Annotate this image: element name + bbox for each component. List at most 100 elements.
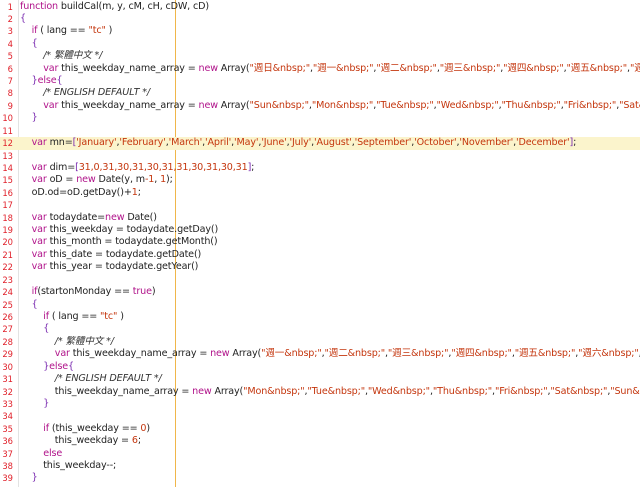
code-token: 31,0,31,30,31,30,31,31,30,31,30,31 bbox=[78, 161, 248, 173]
line-number: 25 bbox=[2, 299, 13, 310]
code-text: } bbox=[20, 112, 38, 124]
code-line[interactable]: 11 bbox=[0, 125, 640, 137]
code-line[interactable]: 33 } bbox=[0, 398, 640, 410]
code-token: var bbox=[31, 211, 47, 223]
code-token: "Fri&nbsp;" bbox=[563, 99, 617, 111]
code-token: 'April' bbox=[204, 137, 232, 149]
code-token: ( lang == bbox=[37, 25, 89, 37]
code-token: oD.od=oD.getDay()+ bbox=[20, 186, 132, 198]
code-line[interactable]: 5 /* 繁體中文 */ bbox=[0, 50, 640, 62]
line-number: 38 bbox=[2, 461, 13, 472]
code-line[interactable]: 31 /* ENGLISH DEFAULT */ bbox=[0, 373, 640, 385]
code-line[interactable]: 37 else bbox=[0, 448, 640, 460]
line-number: 37 bbox=[2, 448, 13, 459]
code-token: (startonMonday == bbox=[37, 286, 133, 298]
code-line[interactable]: 19 var this_weekday = todaydate.getDay() bbox=[0, 224, 640, 236]
code-token: ) bbox=[105, 25, 113, 37]
code-line[interactable]: 13 bbox=[0, 150, 640, 162]
code-line[interactable]: 6 var this_weekday_name_array = new Arra… bbox=[0, 63, 640, 75]
code-line[interactable]: 21 var this_date = todaydate.getDate() bbox=[0, 249, 640, 261]
line-number: 16 bbox=[2, 187, 13, 198]
code-token: -1 bbox=[144, 174, 155, 186]
code-token: "Sat&nbsp;" bbox=[550, 385, 608, 397]
code-token: var bbox=[31, 137, 47, 149]
code-token: } bbox=[31, 472, 38, 484]
code-line[interactable]: 18 var todaydate=new Date() bbox=[0, 212, 640, 224]
code-line[interactable]: 4 { bbox=[0, 38, 640, 50]
code-line[interactable]: 28 /* 繁體中文 */ bbox=[0, 336, 640, 348]
code-token: /* ENGLISH DEFAULT */ bbox=[43, 87, 150, 99]
code-text: if ( lang == "tc" ) bbox=[20, 311, 124, 323]
code-editor[interactable]: 1 function buildCal(m, y, cM, cH, cDW, cD… bbox=[0, 0, 640, 487]
code-line[interactable]: 8 /* ENGLISH DEFAULT */ bbox=[0, 87, 640, 99]
line-number: 27 bbox=[2, 324, 13, 335]
code-line[interactable]: 10 } bbox=[0, 112, 640, 124]
code-line[interactable]: 2{ bbox=[0, 13, 640, 25]
code-line[interactable]: 34 bbox=[0, 410, 640, 422]
code-line[interactable]: 17 bbox=[0, 199, 640, 211]
code-line[interactable]: 9 var this_weekday_name_array = new Arra… bbox=[0, 100, 640, 112]
code-token: "Wed&nbsp;" bbox=[367, 385, 430, 397]
code-text: var dim=[31,0,31,30,31,30,31,31,30,31,30… bbox=[20, 161, 255, 174]
code-token: "Sun&nbsp;" bbox=[610, 385, 640, 397]
code-token: new bbox=[198, 62, 219, 74]
code-line[interactable]: 27 { bbox=[0, 323, 640, 335]
code-token: "週六&nbsp;" bbox=[578, 348, 639, 360]
code-token: 'December' bbox=[516, 137, 570, 149]
code-line[interactable]: 3 if ( lang == "tc" ) bbox=[0, 25, 640, 37]
code-token: 'August' bbox=[314, 137, 352, 149]
code-line[interactable]: 32 this_weekday_name_array = new Array("… bbox=[0, 386, 640, 398]
line-number: 29 bbox=[2, 349, 13, 360]
code-token: ( lang == bbox=[48, 311, 101, 322]
code-token: "Sun&nbsp;" bbox=[249, 99, 310, 111]
line-number: 4 bbox=[7, 38, 13, 49]
code-token: ); bbox=[166, 174, 173, 186]
code-token: "週五&nbsp;" bbox=[566, 62, 628, 74]
line-number: 18 bbox=[2, 212, 13, 223]
code-text: }else{ bbox=[20, 75, 63, 87]
line-number: 2 bbox=[7, 13, 13, 24]
code-line[interactable]: 12 var mn=['January','February','March',… bbox=[0, 137, 640, 150]
code-text: /* 繁體中文 */ bbox=[20, 336, 114, 348]
code-line[interactable]: 20 var this_month = todaydate.getMonth() bbox=[0, 236, 640, 248]
code-token: 'September' bbox=[354, 137, 412, 149]
code-line[interactable]: 14 var dim=[31,0,31,30,31,30,31,31,30,31… bbox=[0, 162, 640, 174]
code-line[interactable]: 24 if(startonMonday == true) bbox=[0, 286, 640, 298]
code-token: mn= bbox=[46, 137, 73, 149]
code-token: new bbox=[192, 385, 212, 397]
code-text: function buildCal(m, y, cM, cH, cDW, cD) bbox=[20, 1, 209, 13]
code-line[interactable]: 29 var this_weekday_name_array = new Arr… bbox=[0, 348, 640, 360]
code-line[interactable]: 38 this_weekday--; bbox=[0, 460, 640, 472]
code-token: var bbox=[43, 62, 59, 74]
code-token: "Tue&nbsp;" bbox=[307, 385, 365, 397]
code-line[interactable]: 7 }else{ bbox=[0, 75, 640, 87]
code-token: this_weekday_name_array = bbox=[58, 62, 199, 74]
line-number: 7 bbox=[7, 76, 13, 87]
code-token: "Fri&nbsp;" bbox=[494, 385, 548, 397]
code-line[interactable]: 25 { bbox=[0, 299, 640, 311]
code-line[interactable]: 26 if ( lang == "tc" ) bbox=[0, 311, 640, 323]
code-token: "Mon&nbsp;" bbox=[243, 385, 305, 397]
code-token: ) bbox=[151, 286, 156, 298]
code-line[interactable]: 15 var oD = new Date(y, m-1, 1); bbox=[0, 174, 640, 186]
code-line[interactable]: 23 bbox=[0, 274, 640, 286]
code-line[interactable]: 22 var this_year = todaydate.getYear() bbox=[0, 261, 640, 273]
code-line[interactable]: 1 function buildCal(m, y, cM, cH, cDW, cD… bbox=[0, 1, 640, 13]
code-line[interactable]: 35 if (this_weekday == 0) bbox=[0, 423, 640, 435]
code-token: Array( bbox=[229, 348, 262, 360]
code-line[interactable]: 30 }else{ bbox=[0, 361, 640, 373]
code-line[interactable]: 16 oD.od=oD.getDay()+1; bbox=[0, 187, 640, 199]
code-line[interactable]: 36 this_weekday = 6; bbox=[0, 435, 640, 447]
code-text: { bbox=[20, 323, 49, 335]
code-text: this_weekday_name_array = new Array("Mon… bbox=[20, 386, 640, 398]
code-token: "週三&nbsp;" bbox=[387, 348, 449, 360]
code-line[interactable]: 39 } bbox=[0, 472, 640, 484]
code-text: var this_date = todaydate.getDate() bbox=[20, 249, 202, 261]
code-token: 'October' bbox=[414, 137, 457, 149]
